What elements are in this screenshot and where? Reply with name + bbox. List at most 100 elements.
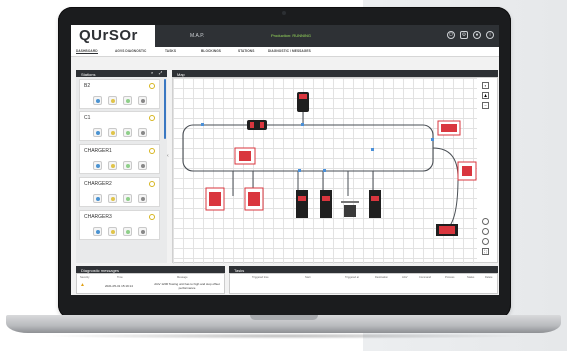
diag-time: 2021-05-31 15:19:14 xyxy=(105,284,133,288)
agv-vehicle xyxy=(436,224,458,236)
warning-icon xyxy=(149,181,155,187)
stations-panel-title: Stations xyxy=(81,71,96,77)
locate-button[interactable] xyxy=(93,194,102,203)
column-header: Start xyxy=(305,276,311,279)
column-header: Time xyxy=(117,276,123,279)
gear-icon[interactable]: ⚙ xyxy=(460,31,468,39)
map-title: M.A.P. xyxy=(190,33,205,39)
warning-icon: ▲ xyxy=(80,282,85,288)
route-icon[interactable]: ~ xyxy=(482,102,489,109)
station-card[interactable]: C1 xyxy=(79,111,160,141)
station-card[interactable]: CHARGER1 xyxy=(79,144,160,174)
go-button[interactable] xyxy=(123,128,132,137)
agv-vehicle xyxy=(457,161,477,181)
app-header: QUrSOr M.A.P. Production: RUNNING ⏻ ⚙ ● … xyxy=(71,25,499,47)
locate-button[interactable] xyxy=(93,96,102,105)
tasks-panel: Triggered time Start Triggered at Destin… xyxy=(229,273,498,294)
warning-icon xyxy=(149,115,155,121)
zoom-in-icon[interactable] xyxy=(482,218,489,225)
station-name: B2 xyxy=(84,83,91,89)
locate-button[interactable] xyxy=(93,128,102,137)
tasks-panel-title: Tasks xyxy=(234,267,245,273)
station-name: C1 xyxy=(84,115,91,121)
column-header: AGV xyxy=(402,276,408,279)
call-button[interactable] xyxy=(108,161,117,170)
diag-message: AGV 1206 Towing unit has to high and sto… xyxy=(154,282,220,290)
center-icon[interactable] xyxy=(482,238,489,245)
go-button[interactable] xyxy=(123,96,132,105)
agv-vehicle xyxy=(205,187,225,211)
station-card[interactable]: CHARGER2 xyxy=(79,177,160,207)
person-icon[interactable]: ♟ xyxy=(482,92,489,99)
tab-blockings[interactable]: BLOCKINGS xyxy=(201,49,221,53)
call-button[interactable] xyxy=(108,128,117,137)
more-button[interactable] xyxy=(138,96,147,105)
go-button[interactable] xyxy=(123,227,132,236)
more-button[interactable] xyxy=(138,194,147,203)
tab-tasks[interactable]: TASKS xyxy=(165,49,176,53)
column-header: Status xyxy=(467,276,475,279)
agv-vehicle xyxy=(234,147,256,165)
more-button[interactable] xyxy=(138,128,147,137)
tab-stations[interactable]: STATIONS xyxy=(238,49,254,53)
diagnostic-panel-header: Diagnostic messages xyxy=(76,266,225,273)
fullscreen-icon[interactable]: ⛶ xyxy=(482,248,489,255)
expand-icon[interactable]: ⤢ xyxy=(159,70,162,75)
main-tabs: DASHBOARD AGVS DIAGNOSTIC TASKS BLOCKING… xyxy=(71,47,499,57)
search-icon[interactable]: ⌕ xyxy=(151,70,153,75)
column-header: Process xyxy=(445,276,455,279)
station-name: CHARGER2 xyxy=(84,181,112,187)
tab-diagnostic-messages[interactable]: DIAGNOSTIC / MESSAGES xyxy=(268,49,311,53)
info-icon[interactable]: i xyxy=(486,31,494,39)
agv-vehicle xyxy=(296,190,308,218)
column-header: Message xyxy=(177,276,188,279)
stations-list: B2 C1 CHARGER1 CHARGER2 CHARGER3 xyxy=(76,77,167,263)
warning-icon xyxy=(149,148,155,154)
station-card[interactable]: B2 xyxy=(79,79,160,109)
station-name: CHARGER3 xyxy=(84,214,112,220)
collapse-panel-icon[interactable]: ‹ xyxy=(167,153,169,159)
column-header: Triggered time xyxy=(252,276,269,279)
brand-logo[interactable]: QUrSOr xyxy=(71,25,155,47)
call-button[interactable] xyxy=(108,227,117,236)
station-card[interactable]: CHARGER3 xyxy=(79,210,160,240)
column-header: Severity xyxy=(80,276,90,279)
warning-icon xyxy=(149,83,155,89)
locate-button[interactable] xyxy=(93,227,102,236)
zoom-out-icon[interactable] xyxy=(482,228,489,235)
go-button[interactable] xyxy=(123,194,132,203)
column-header: Command xyxy=(419,276,431,279)
laptop-base xyxy=(6,315,561,333)
go-button[interactable] xyxy=(123,161,132,170)
diagnostic-panel-title: Diagnostic messages xyxy=(81,267,120,273)
laptop-shadow xyxy=(40,333,527,339)
column-header: Destination xyxy=(375,276,388,279)
user-icon[interactable]: ● xyxy=(473,31,481,39)
camera-icon[interactable]: ▪ xyxy=(482,82,489,89)
agv-vehicle xyxy=(244,187,264,211)
column-header: Triggered at xyxy=(345,276,359,279)
agv-vehicle xyxy=(437,120,461,136)
tab-dashboard[interactable]: DASHBOARD xyxy=(76,49,98,54)
stations-panel-header: Stations ⌕ ⤢ xyxy=(76,70,167,77)
map-canvas[interactable]: ▪ ♟ ~ ⛶ xyxy=(172,77,498,264)
agv-layout xyxy=(182,92,477,236)
stations-scrollbar[interactable] xyxy=(164,79,166,139)
locate-button[interactable] xyxy=(93,161,102,170)
power-icon[interactable]: ⏻ xyxy=(447,31,455,39)
more-button[interactable] xyxy=(138,161,147,170)
tasks-panel-header: Tasks xyxy=(229,266,498,273)
map-panel-title: Map xyxy=(177,71,185,77)
more-button[interactable] xyxy=(138,227,147,236)
agv-vehicle xyxy=(320,190,332,218)
call-button[interactable] xyxy=(108,194,117,203)
agv-vehicle xyxy=(341,201,359,217)
track-loop xyxy=(182,124,434,172)
webcam xyxy=(282,11,286,15)
production-status: Production: RUNNING xyxy=(271,33,312,38)
agv-vehicle xyxy=(297,92,309,112)
tab-agvs-diagnostic[interactable]: AGVS DIAGNOSTIC xyxy=(115,49,146,53)
call-button[interactable] xyxy=(108,96,117,105)
agv-vehicle xyxy=(247,120,267,130)
warning-icon xyxy=(149,214,155,220)
